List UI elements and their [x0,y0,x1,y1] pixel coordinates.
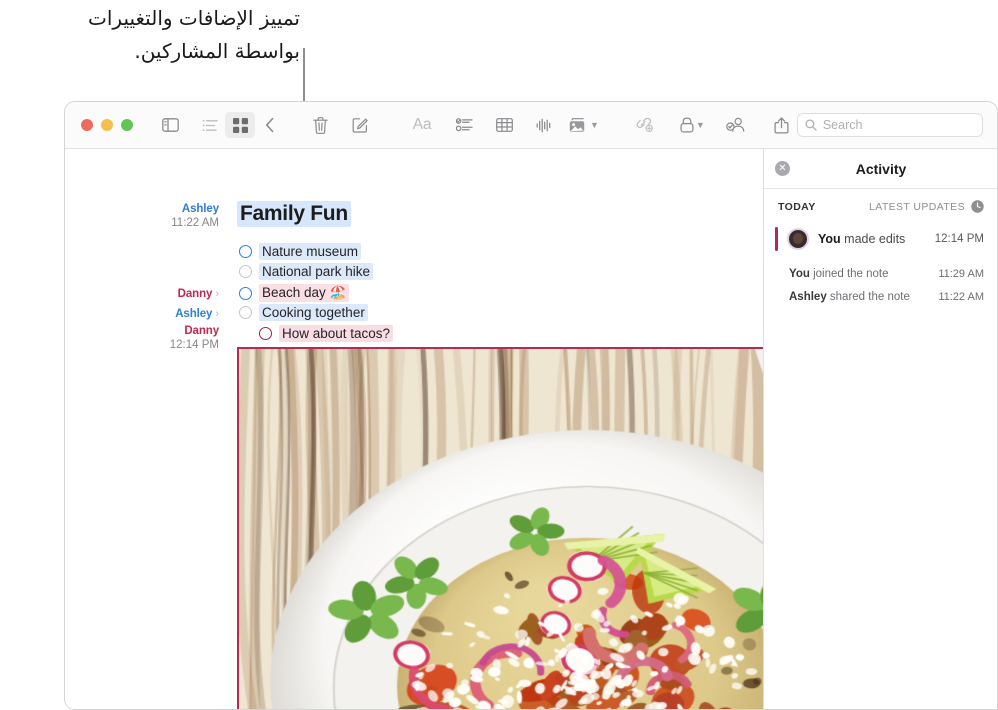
checklist-item[interactable]: Beach day 🏖️ [239,284,349,302]
activity-entry[interactable]: You joined the note 11:29 AM [764,264,998,284]
delete-icon[interactable] [305,112,335,138]
attribution-gutter: Ashley 11:22 AM Danny › Ashley › Danny 12:… [65,149,229,710]
activity-entry-time: 11:29 AM [938,268,984,280]
attribution-time: 11:22 AM [171,217,219,231]
audio-waveform-icon[interactable] [529,112,559,138]
today-label: TODAY [778,201,816,213]
back-chevron-icon[interactable] [255,112,285,138]
format-text-icon[interactable]: Aa [405,112,439,138]
callout-text: تمييز الإضافات والتغييرات بواسطة المشارك… [0,0,300,68]
gallery-view-icon[interactable] [225,112,255,138]
media-icon[interactable] [569,112,589,138]
checkbox-circle-icon[interactable] [239,245,252,258]
compose-icon[interactable] [345,112,375,138]
attribution-title[interactable]: Ashley 11:22 AM [171,203,219,230]
window-controls [81,119,133,131]
attribution-author: Danny [170,325,219,339]
checkbox-circle-icon[interactable] [239,265,252,278]
activity-title: Activity [764,161,998,177]
activity-subheader: TODAY LATEST UPDATES [764,189,998,221]
activity-featured-entry[interactable]: You made edits 12:14 PM [764,221,998,257]
maximize-window-button[interactable] [121,119,133,131]
attribution-time: 12:14 PM [170,339,219,353]
checkbox-circle-icon[interactable] [239,306,252,319]
collaborate-icon[interactable] [725,112,747,138]
checklist-item[interactable]: Cooking together [239,304,368,321]
checkbox-circle-icon[interactable] [239,287,252,300]
attribution-beach-day[interactable]: Danny › [178,284,219,303]
checklist-item-label: Cooking together [259,304,368,321]
attribution-author: Ashley [171,203,219,217]
activity-entry-text: You made edits [818,232,905,246]
format-text-label: Aa [413,116,432,134]
checklist-item-label: How about tacos? [279,325,393,342]
close-icon[interactable]: ✕ [775,161,790,176]
activity-entry-name: You [789,268,810,280]
activity-entry-name: You [818,232,841,246]
avatar [787,228,809,250]
toolbar: Aa ▼ ▼ Search [65,102,997,149]
taco-photo-image [239,349,763,710]
latest-updates-label: LATEST UPDATES [869,201,965,213]
table-icon[interactable] [489,112,519,138]
checklist-item-label: National park hike [259,263,373,280]
checklist-item[interactable]: How about tacos? [259,325,393,342]
checklist-item-label: Beach day 🏖️ [259,284,349,302]
disclosure-arrow-icon[interactable]: › [215,288,219,300]
activity-entry-action: joined the note [810,268,889,280]
window-body: Ashley 11:22 AM Danny › Ashley › Danny 12:… [65,149,997,710]
activity-entry-time: 11:22 AM [938,291,984,303]
activity-panel: ✕ Activity TODAY LATEST UPDATES You made… [763,149,998,710]
attribution-author: Ashley [175,308,212,320]
search-icon [805,119,817,131]
activity-entry-time: 12:14 PM [935,233,984,245]
activity-entry-list: You joined the note 11:29 AM Ashley shar… [764,264,998,307]
attribution-author: Danny [178,288,213,300]
note-content[interactable]: Family Fun Nature museum National park h… [237,149,763,710]
search-input[interactable]: Search [797,113,983,137]
checklist-item-label: Nature museum [259,243,361,260]
search-placeholder: Search [823,118,863,132]
note-title[interactable]: Family Fun [237,201,351,227]
unread-indicator-bar [775,227,778,251]
lock-icon[interactable] [679,112,695,138]
clock-icon [971,200,984,213]
close-window-button[interactable] [81,119,93,131]
note-editor[interactable]: Ashley 11:22 AM Danny › Ashley › Danny 12:… [65,149,763,710]
activity-entry[interactable]: Ashley shared the note 11:22 AM [764,287,998,307]
activity-entry-action: made edits [841,232,906,246]
latest-updates-group[interactable]: LATEST UPDATES [869,200,984,213]
list-view-icon[interactable] [195,112,225,138]
disclosure-arrow-icon[interactable]: › [215,308,219,320]
media-chevron-down-icon[interactable]: ▼ [590,121,599,130]
checklist-item[interactable]: National park hike [239,263,373,280]
sidebar-toggle-icon[interactable] [155,112,185,138]
note-attachment-photo[interactable] [237,347,763,710]
checkbox-circle-icon[interactable] [259,327,272,340]
notes-window: Aa ▼ ▼ Search Ashley 11:22 AM Danny › As… [64,101,998,710]
share-icon[interactable] [767,112,797,138]
activity-entry-name: Ashley [789,291,827,303]
minimize-window-button[interactable] [101,119,113,131]
attribution-cooking-together[interactable]: Ashley › [175,304,219,323]
activity-entry-text: Ashley shared the note [789,291,910,303]
attribution-tacos[interactable]: Danny 12:14 PM [170,325,219,352]
activity-header: ✕ Activity [764,149,998,189]
activity-entry-text: You joined the note [789,268,889,280]
link-icon[interactable] [629,112,659,138]
activity-entry-action: shared the note [827,291,910,303]
checklist-icon[interactable] [449,112,479,138]
lock-chevron-down-icon[interactable]: ▼ [696,121,705,130]
checklist-item[interactable]: Nature museum [239,243,361,260]
